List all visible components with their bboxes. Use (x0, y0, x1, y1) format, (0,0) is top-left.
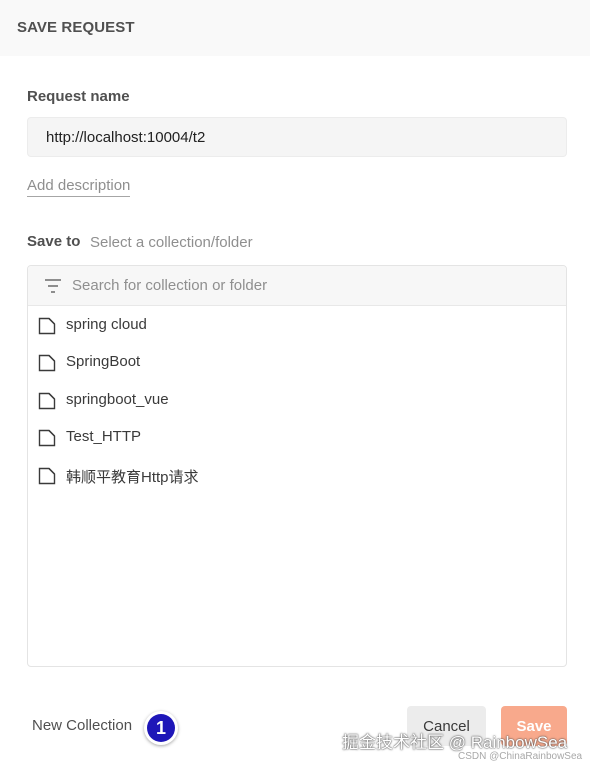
collection-icon (38, 317, 56, 335)
collection-item-label: SpringBoot (66, 353, 141, 370)
collection-search-bar (28, 266, 566, 306)
request-name-label: Request name (27, 88, 130, 105)
step-badge-number: 1 (147, 714, 175, 742)
collection-item-label: springboot_vue (66, 391, 169, 408)
collection-picker: spring cloud SpringBoot springboot_vue T… (27, 265, 567, 667)
collection-item-label: spring cloud (66, 316, 147, 333)
collection-icon (38, 392, 56, 410)
watermark: 掘金技术社区 @ RainbowSea (342, 733, 568, 752)
request-name-input[interactable] (27, 117, 567, 157)
collection-icon (38, 354, 56, 372)
collection-item[interactable]: spring cloud (28, 307, 566, 343)
collection-item[interactable]: springboot_vue (28, 382, 566, 418)
collection-item[interactable]: SpringBoot (28, 344, 566, 380)
save-to-label: Save to (27, 233, 81, 250)
filter-icon[interactable] (44, 278, 62, 294)
new-collection-link[interactable]: New Collection (32, 717, 132, 734)
save-to-hint: Select a collection/folder (90, 234, 253, 251)
watermark-source: CSDN @ChinaRainbowSea (458, 751, 583, 762)
collection-item[interactable]: 韩顺平教育Http请求 (28, 457, 566, 493)
collection-item-label: Test_HTTP (66, 428, 142, 445)
step-badge: 1 (144, 711, 178, 745)
dialog-header: SAVE REQUEST (0, 0, 590, 56)
dialog-title: SAVE REQUEST (17, 19, 135, 36)
collection-search-input[interactable] (72, 266, 552, 305)
collection-icon (38, 467, 56, 485)
collection-icon (38, 429, 56, 447)
collection-item[interactable]: Test_HTTP (28, 419, 566, 455)
collection-item-label: 韩顺平教育Http请求 (66, 469, 199, 486)
add-description-link[interactable]: Add description (27, 177, 131, 197)
